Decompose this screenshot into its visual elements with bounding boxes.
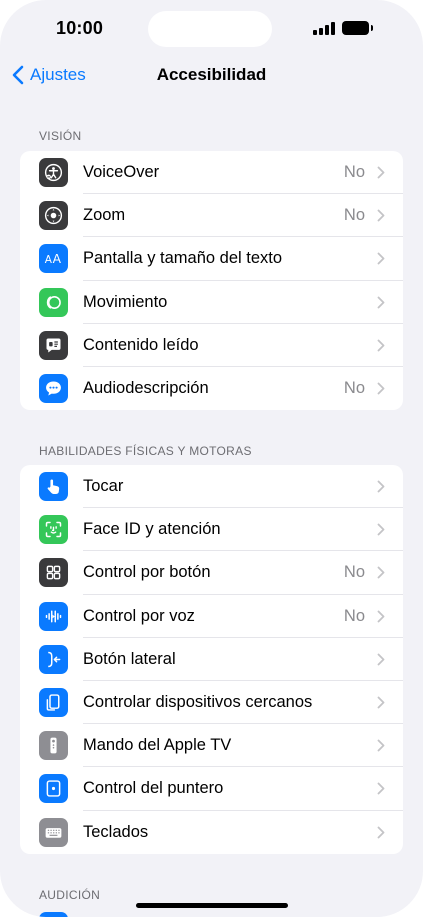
row-touch[interactable]: Tocar [20,465,403,509]
row-audio-description[interactable]: Audiodescripción No [20,367,403,410]
row-voice-control[interactable]: Control por voz No [20,595,403,638]
nearby-devices-icon [39,687,68,717]
page-title: Accesibilidad [156,65,267,84]
row-zoom[interactable]: Zoom No [20,194,403,238]
row-label: Face ID y atención [83,520,221,539]
pointer-control-icon [39,774,68,804]
section-header-physical-motor: HABILIDADES FÍSICAS Y MOTORAS [39,444,252,458]
motion-icon [39,287,68,317]
face-id-icon [39,515,68,545]
touch-icon [39,472,68,501]
audio-description-icon [39,373,68,403]
chevron-right-icon [377,696,385,709]
voiceover-icon [39,158,68,187]
row-value: No [343,163,365,182]
spoken-content-icon [39,330,68,360]
status-bar: 10:00 [0,0,423,56]
text-size-icon: AA [39,244,68,274]
dynamic-island [148,11,272,47]
row-spoken-content[interactable]: Contenido leído [20,324,403,367]
chevron-right-icon [377,252,385,265]
chevron-right-icon [377,610,385,622]
row-pointer-control[interactable]: Control del puntero [20,767,403,811]
row-label: Controlar dispositivos cercanos [83,693,313,712]
section-header-vision: VISIÓN [39,129,82,143]
row-label: Tocar [83,477,124,496]
row-value: No [343,606,365,625]
side-button-icon [39,644,68,674]
row-value: No [343,206,365,225]
row-voiceover[interactable]: VoiceOver No [20,151,403,195]
row-value: No [343,379,365,398]
row-side-button[interactable]: Botón lateral [20,638,403,681]
chevron-right-icon [377,826,385,838]
zoom-icon [39,201,68,231]
navigation-bar: Ajustes Accesibilidad [0,56,423,96]
section-header-hearing: AUDICIÓN [39,888,101,902]
row-label: Teclados [83,822,149,841]
chevron-right-icon [377,166,385,179]
apple-tv-remote-icon [39,731,68,761]
home-indicator[interactable] [136,903,288,908]
vision-settings-group: VoiceOver No Zoom No AA Pantalla y tamañ… [20,151,403,411]
chevron-right-icon [377,782,385,795]
row-display-text-size[interactable]: AA Pantalla y tamaño del texto [20,237,403,281]
row-label: VoiceOver [83,163,160,182]
row-label: Control por botón [83,563,211,582]
chevron-right-icon [377,480,385,493]
row-motion[interactable]: Movimiento [20,281,403,324]
status-time: 10:00 [56,18,104,38]
row-label: Mando del Apple TV [83,736,232,755]
row-label: Movimiento [83,292,168,311]
battery-icon [342,21,373,35]
phone-screen: 10:00 Ajustes Accesibilidad VISIÓN Voice… [0,0,423,917]
row-control-nearby-devices[interactable]: Controlar dispositivos cercanos [20,681,403,725]
chevron-right-icon [377,339,385,352]
row-label: Control por voz [83,606,195,625]
chevron-right-icon [377,382,385,395]
switch-control-icon [39,558,68,588]
chevron-right-icon [377,296,385,308]
physical-motor-settings-group: Tocar Face ID y atención Control por bot… [20,465,403,854]
row-label: Zoom [83,206,126,225]
row-keyboards[interactable]: Teclados [20,811,403,854]
voice-control-icon [39,601,68,631]
chevron-right-icon [377,523,385,536]
row-label: Contenido leído [83,335,199,354]
row-label: Pantalla y tamaño del texto [83,249,283,268]
row-apple-tv-remote[interactable]: Mando del Apple TV [20,724,403,768]
row-value: No [343,563,365,582]
row-face-id-attention[interactable]: Face ID y atención [20,508,403,552]
cellular-signal-icon [313,22,337,35]
chevron-right-icon [377,653,385,666]
hearing-section-icon [39,912,68,917]
row-label: Control del puntero [83,779,224,798]
row-switch-control[interactable]: Control por botón No [20,551,403,595]
svg-text:A: A [53,252,62,266]
keyboard-icon [39,817,68,847]
chevron-right-icon [377,739,385,752]
row-label: Audiodescripción [83,379,209,398]
chevron-right-icon [377,209,385,222]
chevron-right-icon [377,566,385,579]
svg-text:A: A [45,254,53,266]
row-label: Botón lateral [83,649,176,668]
